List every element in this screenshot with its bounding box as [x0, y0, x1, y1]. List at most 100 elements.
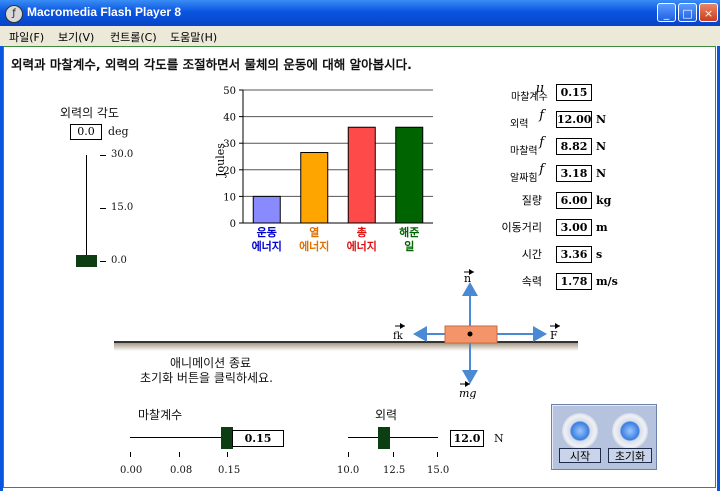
friction-force-label: fk — [393, 331, 404, 342]
chart-bars — [252, 126, 424, 224]
chart-x-label-line2: 일 — [404, 239, 414, 253]
chart-y-tick-label: 0 — [230, 219, 236, 230]
angle-tick-label: 15.0 — [111, 202, 134, 213]
readout-unit: N — [596, 167, 607, 180]
friction-value-field[interactable]: 0.15 — [232, 430, 284, 447]
readout-value-field: 0.15 — [556, 84, 592, 101]
force-tick-label: 15.0 — [427, 465, 450, 476]
energy-bar-chart: Joules 50403020100 운동에너지열에너지총에너지해준일 — [214, 86, 433, 253]
readout-label: 마찰력 — [510, 146, 538, 157]
force-tick-label: 12.5 — [383, 465, 406, 476]
friction-tick — [130, 452, 131, 457]
chart-y-tick-label: 20 — [223, 166, 236, 177]
close-button[interactable]: × — [699, 3, 718, 22]
force-value-field[interactable]: 12.0 — [450, 430, 484, 447]
readout-value-field: 12.00 — [556, 111, 592, 128]
chart-bar — [300, 152, 329, 224]
block-center-dot — [467, 331, 473, 337]
readout-value-field: 3.36 — [556, 246, 592, 263]
chart-bar — [252, 195, 281, 224]
readout-unit: N — [596, 140, 607, 153]
flash-app-icon: ƒ — [5, 5, 23, 23]
menu-bar: 파일(F) 보기(V) 컨트롤(C) 도움말(H) — [0, 26, 720, 46]
force-slider-label: 외력 — [375, 408, 398, 422]
chart-x-label-line1: 총 — [357, 225, 367, 239]
friction-slider-track[interactable] — [130, 437, 228, 438]
readout-symbol: f — [539, 135, 544, 150]
readout-label: 시간 — [521, 248, 542, 261]
readout-unit: s — [596, 248, 603, 261]
readout-row: 질량 6.00 kg — [490, 190, 630, 210]
reset-button-label[interactable]: 초기화 — [608, 448, 652, 463]
start-button[interactable] — [562, 413, 598, 449]
readout-symbol: f — [539, 162, 544, 177]
angle-slider-thumb[interactable] — [76, 255, 97, 267]
readout-label: 질량 — [521, 194, 542, 207]
friction-tick — [179, 452, 180, 457]
friction-tick — [227, 452, 228, 457]
minimize-button[interactable]: _ — [657, 3, 676, 22]
angle-slider-track[interactable] — [86, 155, 87, 263]
readout-value-field: 8.82 — [556, 138, 592, 155]
force-diagram: n mg fk F — [393, 269, 560, 399]
start-button-label[interactable]: 시작 — [559, 448, 601, 463]
maximize-button[interactable]: □ — [678, 3, 697, 22]
friction-slider-label: 마찰계수 — [138, 408, 183, 422]
window-title: Macromedia Flash Player 8 — [27, 5, 182, 19]
chart-x-label-line1: 운동 — [257, 226, 277, 239]
force-tick — [348, 452, 349, 457]
friction-tick-label: 0.00 — [120, 465, 143, 476]
readout-row: f 알짜힘 3.18 N — [490, 162, 630, 184]
normal-force-label: n — [464, 272, 471, 285]
force-tick — [437, 452, 438, 457]
friction-tick-label: 0.15 — [218, 465, 241, 476]
applied-force-label: F — [550, 329, 558, 342]
chart-bar — [395, 126, 424, 224]
force-tick-label: 10.0 — [337, 465, 360, 476]
angle-label: 외력의 각도 — [60, 106, 120, 120]
readout-value-field: 3.00 — [556, 219, 592, 236]
readout-row: μ 마찰계수 0.15 — [490, 81, 630, 103]
readout-row: 이동거리 3.00 m — [490, 217, 630, 237]
chart-x-label-line2: 에너지 — [252, 239, 282, 253]
angle-unit: deg — [108, 125, 129, 138]
angle-tick-label: 30.0 — [111, 149, 134, 160]
control-button-panel: 시작 초기화 — [551, 404, 657, 470]
force-slider-thumb[interactable] — [377, 427, 390, 449]
window-title-bar[interactable]: ƒ Macromedia Flash Player 8 _ □ × — [0, 0, 720, 26]
chart-y-tick-label: 50 — [223, 86, 236, 97]
menu-help[interactable]: 도움말(H) — [170, 29, 217, 45]
chart-x-label-line2: 에너지 — [299, 239, 329, 253]
gravity-label: mg — [459, 387, 476, 399]
chart-bar — [347, 126, 376, 224]
force-tick — [393, 452, 394, 457]
chart-x-label-line1: 열 — [309, 226, 319, 239]
readout-symbol: f — [539, 108, 544, 123]
readout-label: 알짜힘 — [510, 173, 538, 184]
angle-tick — [100, 155, 106, 156]
readout-value-field: 3.18 — [556, 165, 592, 182]
angle-tick — [100, 261, 106, 262]
readout-row: f 마찰력 8.82 N — [490, 135, 630, 157]
angle-value-field: 0.0 — [70, 124, 102, 140]
angle-tick-label: 0.0 — [111, 255, 127, 266]
readout-unit: m/s — [596, 275, 618, 288]
readout-row: 시간 3.36 s — [490, 244, 630, 264]
menu-file[interactable]: 파일(F) — [9, 29, 44, 45]
friction-tick-label: 0.08 — [170, 465, 193, 476]
readout-unit: N — [596, 113, 607, 126]
chart-x-label-line2: 에너지 — [347, 239, 377, 253]
readout-unit: kg — [596, 194, 612, 207]
chart-y-tick-label: 10 — [223, 192, 236, 203]
force-slider-track[interactable] — [348, 437, 438, 438]
readout-value-field: 6.00 — [556, 192, 592, 209]
menu-control[interactable]: 컨트롤(C) — [110, 29, 157, 45]
menu-view[interactable]: 보기(V) — [58, 29, 94, 45]
force-unit: N — [494, 432, 504, 445]
readout-label: 마찰계수 — [511, 92, 548, 103]
reset-button[interactable] — [612, 413, 648, 449]
chart-x-labels: 운동에너지열에너지총에너지해준일 — [252, 225, 420, 253]
readout-label: 외력 — [510, 119, 529, 130]
angle-tick — [100, 208, 106, 209]
readout-row: f 외력 12.00 N — [490, 108, 630, 130]
